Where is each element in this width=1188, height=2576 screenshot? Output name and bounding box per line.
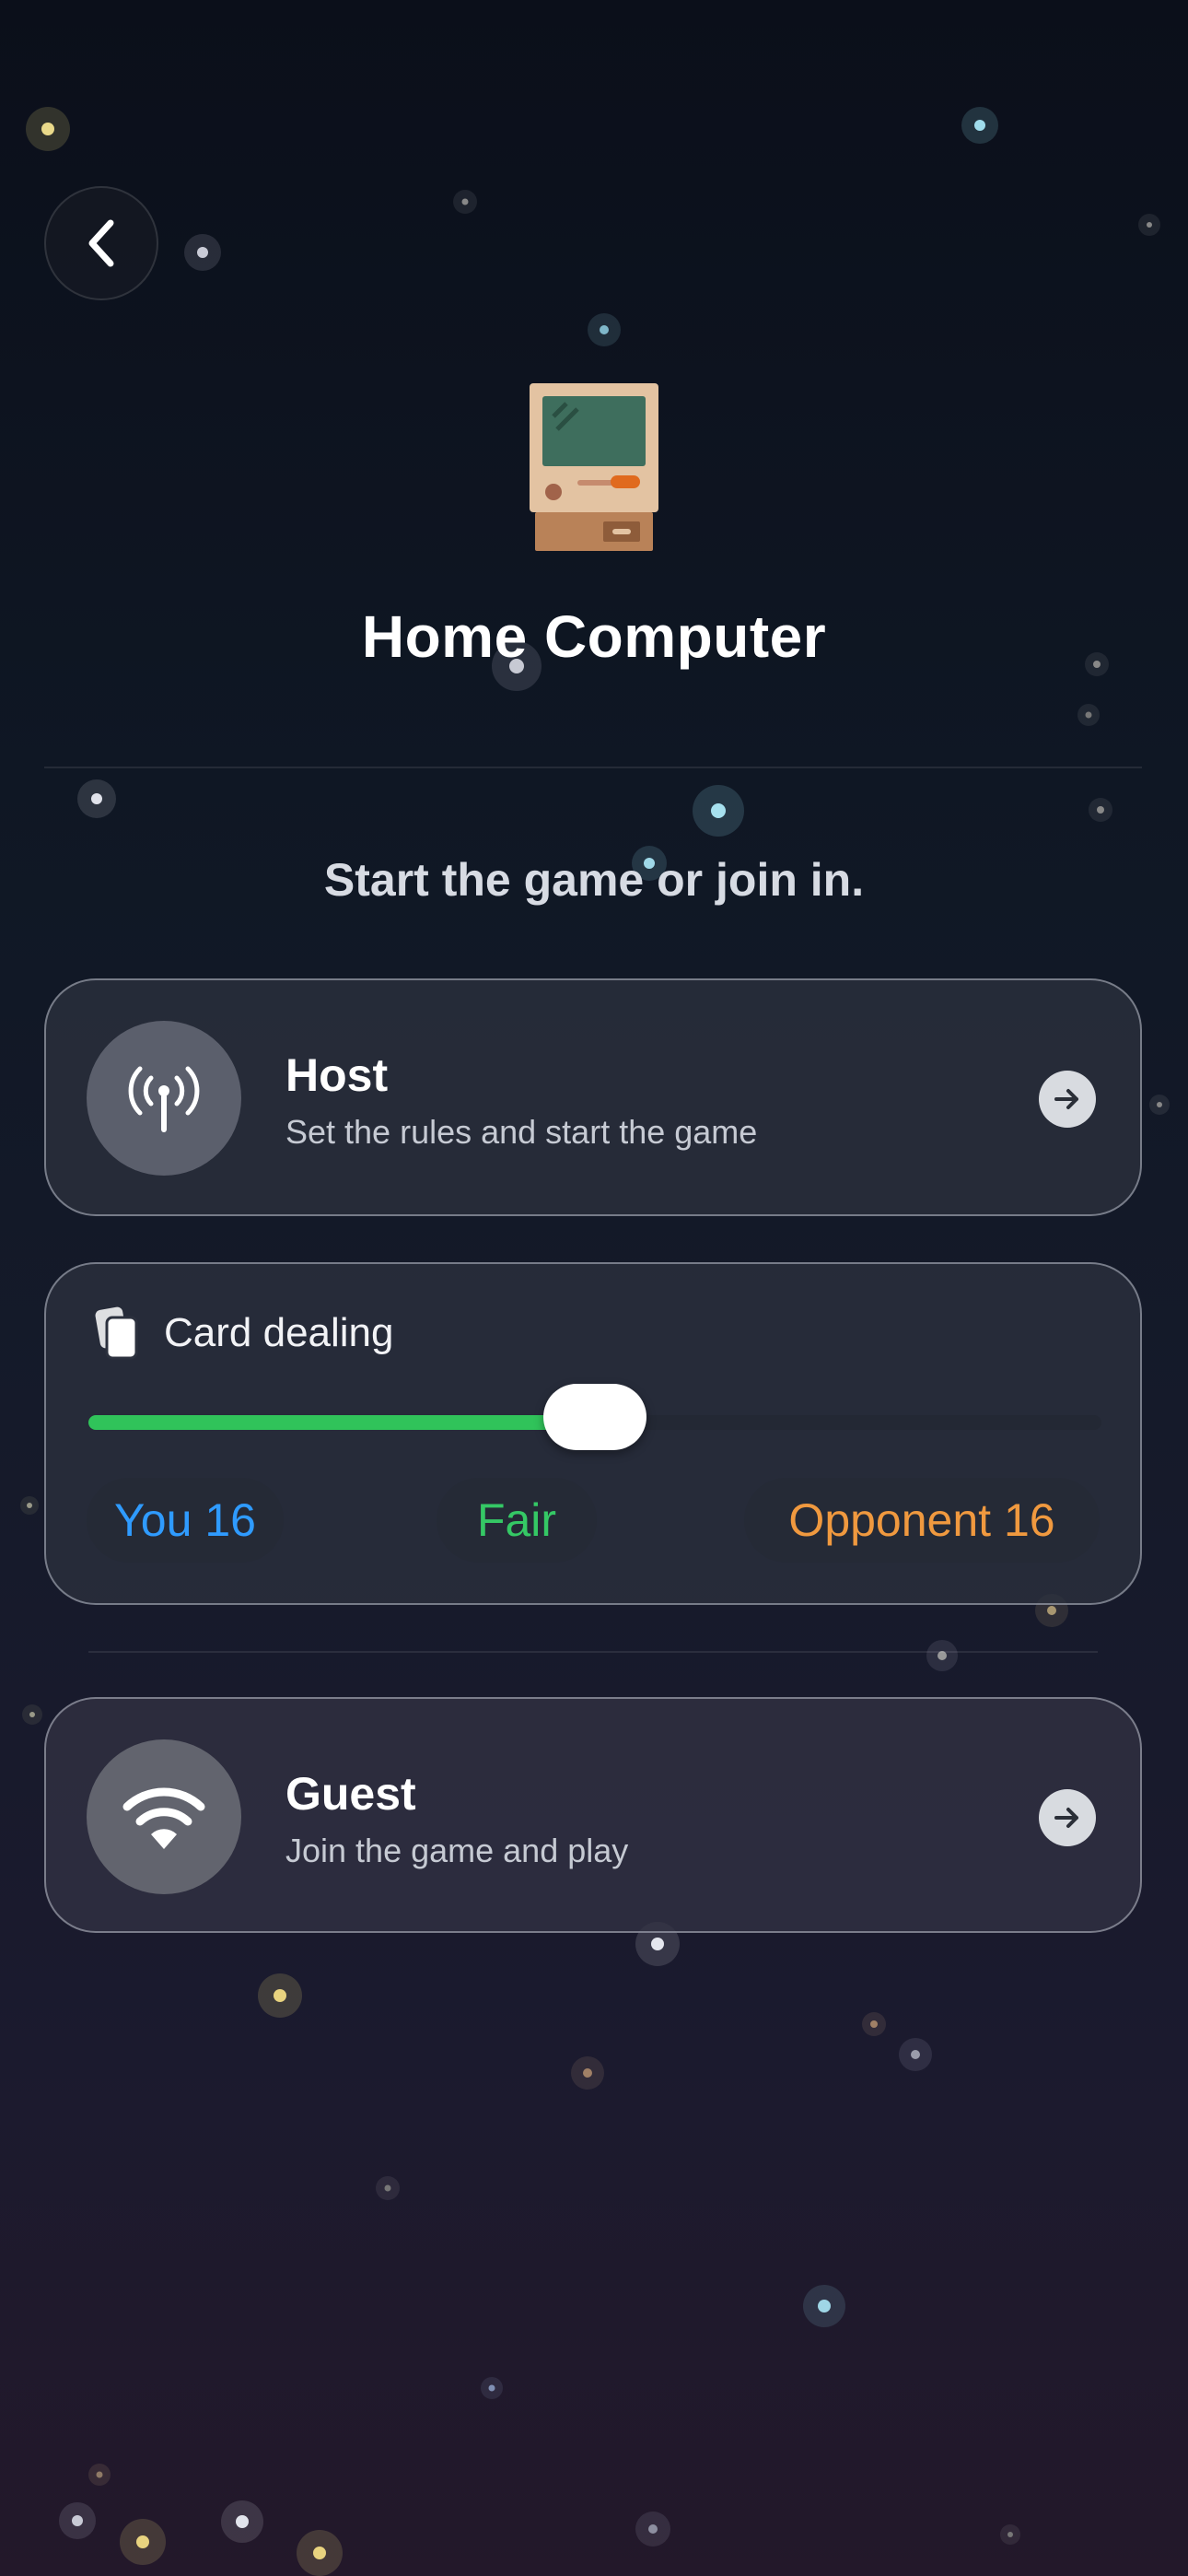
- guest-title: Guest: [285, 1768, 416, 1820]
- fair-badge: Fair: [437, 1478, 597, 1563]
- opponent-count-badge: Opponent 16: [744, 1478, 1100, 1563]
- chevron-left-icon: [88, 219, 114, 267]
- arrow-right-icon: [1054, 1089, 1078, 1109]
- cards-icon: [95, 1306, 138, 1360]
- host-icon-circle: [87, 1021, 241, 1176]
- dealing-slider-fill: [88, 1415, 595, 1430]
- host-option-card[interactable]: Host Set the rules and start the game: [44, 978, 1142, 1216]
- host-arrow-button[interactable]: [1039, 1071, 1096, 1128]
- antenna-broadcast-icon: [128, 1066, 200, 1132]
- prompt-text: Start the game or join in.: [323, 854, 865, 906]
- back-button[interactable]: [44, 186, 158, 300]
- retro-computer-icon: [530, 383, 658, 551]
- card-dealing-label: Card dealing: [164, 1310, 394, 1355]
- guest-option-card[interactable]: Guest Join the game and play: [44, 1697, 1142, 1933]
- host-description: Set the rules and start the game: [285, 1113, 758, 1151]
- guest-arrow-button[interactable]: [1039, 1789, 1096, 1846]
- header-divider: [44, 767, 1142, 768]
- section-divider: [88, 1651, 1098, 1653]
- host-title: Host: [285, 1049, 389, 1101]
- dealing-slider-track[interactable]: [88, 1384, 1101, 1450]
- dealing-slider-thumb[interactable]: [543, 1384, 646, 1450]
- card-dealing-panel: Card dealing You 16 Fair Opponent 16: [44, 1262, 1142, 1605]
- card-dealing-header: Card dealing: [94, 1306, 394, 1360]
- page-title: Home Computer: [361, 603, 827, 670]
- arrow-right-icon: [1054, 1808, 1078, 1828]
- guest-description: Join the game and play: [285, 1832, 629, 1869]
- you-count-badge: You 16: [87, 1478, 284, 1563]
- wifi-icon: [122, 1787, 205, 1849]
- guest-icon-circle: [87, 1739, 241, 1894]
